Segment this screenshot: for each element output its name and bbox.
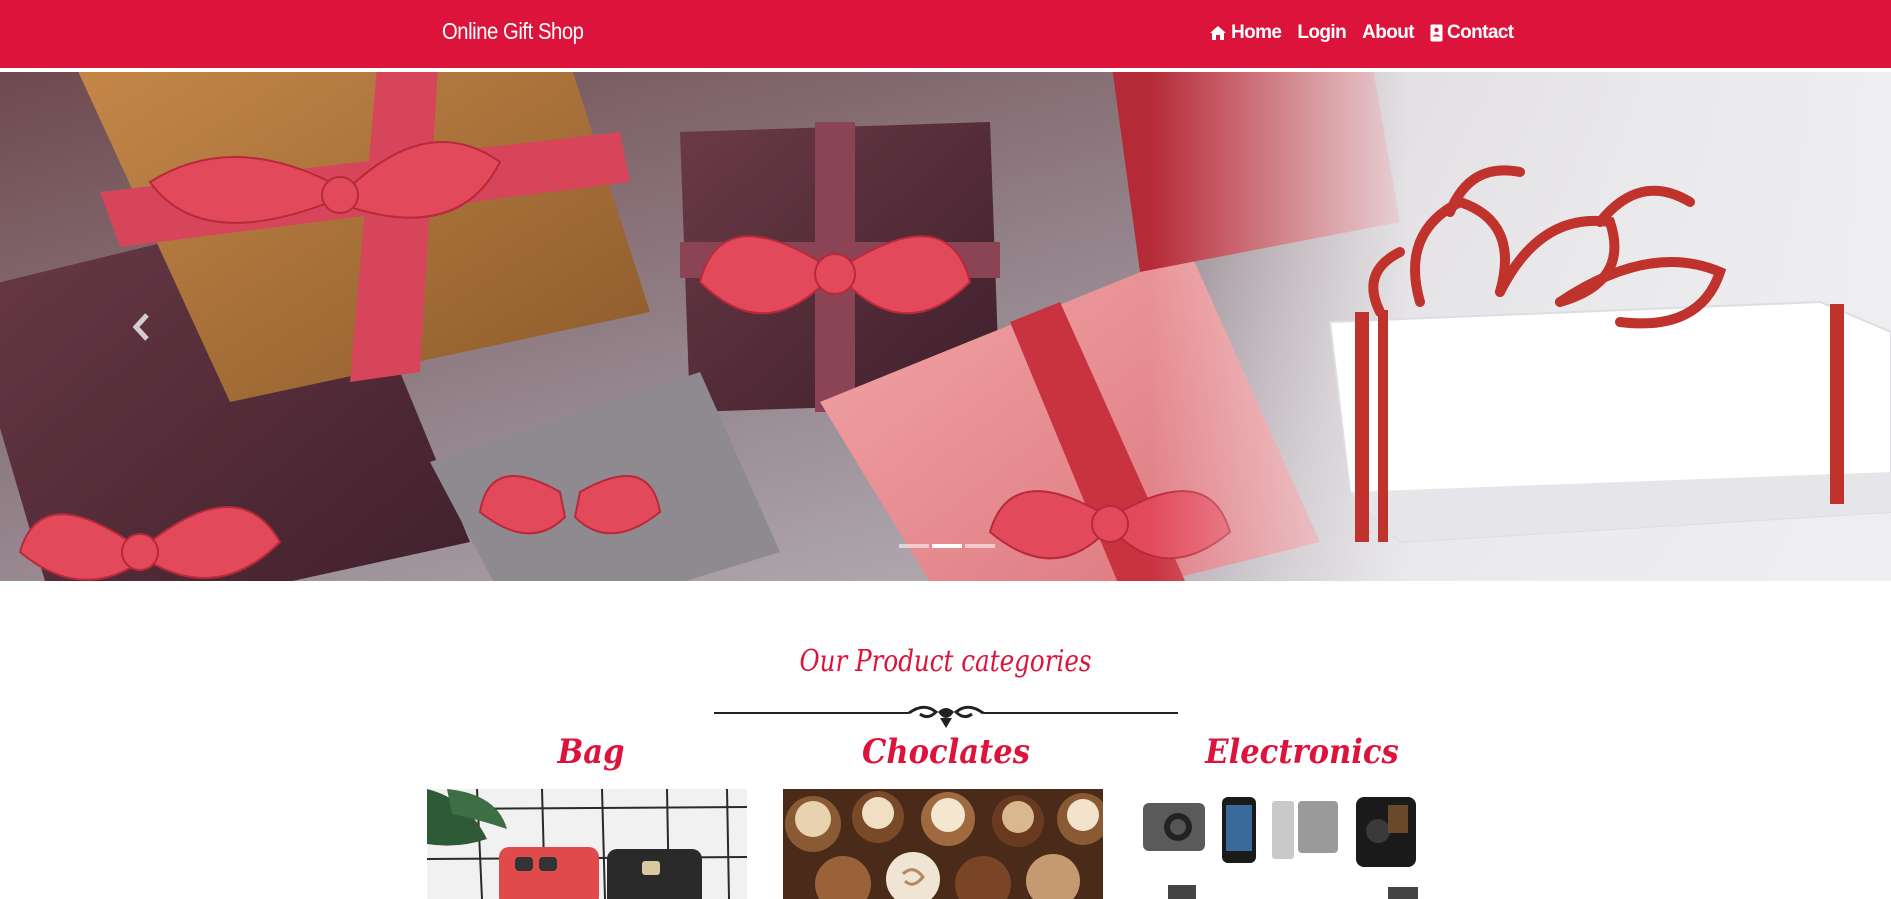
nav-login-link[interactable]: Login: [1297, 22, 1346, 44]
carousel-indicator-3[interactable]: [965, 544, 995, 548]
category-title-electronics[interactable]: Electronics: [1158, 732, 1446, 772]
category-image-electronics[interactable]: [1138, 789, 1458, 899]
chevron-right-icon: [1742, 313, 1759, 341]
chevron-left-icon: [132, 313, 149, 341]
category-image-chocolates[interactable]: [783, 789, 1103, 899]
carousel-next-button[interactable]: [1611, 72, 1891, 581]
category-title-chocolates[interactable]: Choclates: [802, 732, 1090, 772]
carousel-indicators: [899, 544, 995, 548]
carousel-prev-button[interactable]: [0, 72, 280, 581]
categories-heading: Our Product categories: [799, 644, 1092, 679]
nav-about-link[interactable]: About: [1362, 22, 1414, 44]
contact-card-icon: [1430, 24, 1443, 42]
nav-contact-link[interactable]: Contact: [1430, 22, 1514, 44]
top-navbar: Online Gift Shop Home Login About Contac…: [0, 0, 1891, 70]
category-image-bag[interactable]: [427, 789, 747, 899]
gift-boxes-hero-image: [0, 72, 1891, 581]
category-title-bag[interactable]: Bag: [447, 732, 735, 772]
nav-home-label: Home: [1231, 22, 1282, 43]
brand-logo-text[interactable]: Online Gift Shop: [442, 18, 584, 45]
nav-contact-label: Contact: [1446, 22, 1514, 43]
nav-links: Home Login About Contact: [1209, 22, 1514, 44]
hero-carousel: [0, 72, 1891, 581]
nav-login-label: Login: [1297, 22, 1347, 43]
carousel-indicator-1[interactable]: [899, 544, 929, 548]
nav-about-label: About: [1362, 22, 1414, 43]
carousel-indicator-2[interactable]: [932, 544, 962, 548]
ornamental-divider: [714, 705, 1178, 728]
nav-home-link[interactable]: Home: [1209, 22, 1282, 44]
home-icon: [1209, 25, 1227, 41]
